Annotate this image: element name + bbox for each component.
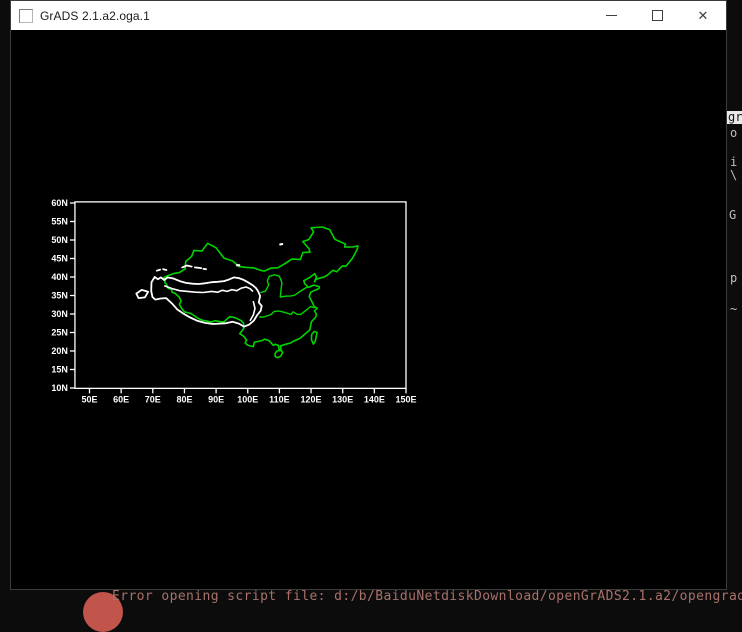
map-layer-hainan <box>275 351 283 358</box>
console-fragment: \ <box>730 169 737 182</box>
title-bar[interactable]: GrADS 2.1.a2.oga.1 ✕ <box>11 1 726 30</box>
window-title: GrADS 2.1.a2.oga.1 <box>40 9 150 23</box>
minimize-button[interactable] <box>588 1 634 30</box>
y-tick-label: 60N <box>51 198 68 208</box>
maximize-icon <box>652 10 663 21</box>
map-layer-plateau-inner-line <box>165 286 253 293</box>
map-layer-taiwan <box>311 331 317 344</box>
console-error-text: Error opening script file: d:/b/BaiduNet… <box>112 589 742 604</box>
x-tick-label: 90E <box>208 394 224 404</box>
map-plot: 50E 60E 70E 80E 90E 100E 110E 120E 130E 140E 150E 1… <box>11 30 726 589</box>
close-button[interactable]: ✕ <box>680 1 726 30</box>
console-fragment: p <box>730 272 737 285</box>
y-tick-label: 20N <box>51 346 68 356</box>
plot-frame <box>75 202 406 388</box>
y-tick-label: 55N <box>51 217 68 227</box>
window-controls: ✕ <box>588 1 726 30</box>
x-tick-label: 120E <box>301 394 322 404</box>
y-tick-label: 35N <box>51 291 68 301</box>
console-fragment: G <box>729 209 736 222</box>
app-icon <box>19 9 33 23</box>
x-tick-label: 70E <box>145 394 161 404</box>
map-layer-tianshan-dash-3 <box>182 266 192 268</box>
x-tick-label: 100E <box>237 394 258 404</box>
map-layer-tianshan-dash-2 <box>163 269 166 270</box>
x-tick-label: 110E <box>269 394 290 404</box>
map-layer-tianshan-dash-1 <box>157 270 160 271</box>
y-tick-label: 15N <box>51 365 68 375</box>
y-tick-label: 25N <box>51 328 68 338</box>
close-icon: ✕ <box>698 9 709 22</box>
map-layer-china-boundary <box>164 227 358 350</box>
x-tick-label: 80E <box>176 394 192 404</box>
y-tick-label: 40N <box>51 272 68 282</box>
y-tick-label: 10N <box>51 383 68 393</box>
error-text-main: Error opening script file: d:/b/BaiduNet… <box>112 589 742 604</box>
minimize-icon <box>606 15 617 16</box>
x-tick-label: 60E <box>113 394 129 404</box>
map-layer-hindukush-contour <box>136 290 148 298</box>
x-tick-label: 130E <box>332 394 353 404</box>
y-tick-label: 45N <box>51 254 68 264</box>
map-layer-yangtze-river <box>260 307 314 317</box>
x-tick-label: 50E <box>81 394 97 404</box>
x-tick-label: 140E <box>364 394 385 404</box>
grads-canvas[interactable]: 50E 60E 70E 80E 90E 100E 110E 120E 130E 140E 150E 1… <box>11 30 726 589</box>
map-layer-yellow-river <box>261 275 307 297</box>
grads-window: GrADS 2.1.a2.oga.1 ✕ 50E 60E 70E 80E 90E 100E… <box>10 0 727 590</box>
console-fragment: gr <box>727 111 742 124</box>
maximize-button[interactable] <box>634 1 680 30</box>
map-layer-tianshan-dash-4 <box>195 267 201 268</box>
y-tick-label: 50N <box>51 235 68 245</box>
y-tick-label: 30N <box>51 309 68 319</box>
x-tick-label: 150E <box>395 394 416 404</box>
console-fragment: ~ <box>730 303 737 316</box>
map-layer-plateau-contour <box>151 277 262 327</box>
map-layer-hengduan-inner-line <box>250 302 255 321</box>
console-fragment: o <box>730 127 737 140</box>
